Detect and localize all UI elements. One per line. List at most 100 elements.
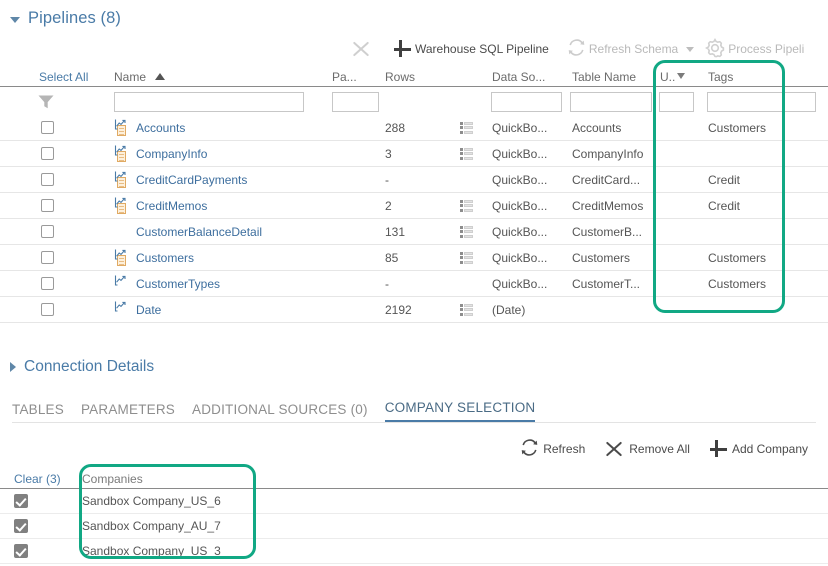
column-header-table-name[interactable]: Table Name	[566, 70, 656, 84]
table-row[interactable]: Date 2192 (Date)	[0, 297, 828, 323]
row-checkbox[interactable]	[41, 251, 54, 264]
pipeline-data-source: QuickBo...	[492, 198, 548, 213]
column-header-pa[interactable]: Pa...	[330, 70, 383, 84]
triangle-down-icon[interactable]	[10, 17, 20, 23]
rows-list-icon	[460, 303, 474, 316]
triangle-right-icon[interactable]	[10, 362, 16, 372]
pipeline-tags	[698, 297, 828, 322]
filter-input-name[interactable]	[114, 92, 304, 112]
sort-ascending-icon[interactable]	[155, 73, 166, 80]
row-checkbox[interactable]	[41, 173, 54, 186]
filter-input-data-source[interactable]	[491, 92, 562, 112]
pipeline-name[interactable]: Accounts	[136, 121, 185, 135]
pipeline-update-icon-cell	[458, 167, 488, 192]
tab-tables[interactable]: TABLES	[12, 402, 64, 422]
column-header-select-all[interactable]: Select All	[0, 70, 110, 84]
company-row[interactable]: Sandbox Company_AU_7	[0, 514, 828, 539]
x-icon	[350, 38, 372, 60]
pipeline-pa	[330, 115, 383, 140]
company-checkbox[interactable]	[14, 519, 28, 533]
row-checkbox[interactable]	[41, 277, 54, 290]
refresh-companies-button[interactable]: Refresh	[520, 438, 585, 460]
column-header-tags[interactable]: Tags	[698, 70, 828, 84]
pipeline-u	[656, 297, 698, 322]
row-checkbox[interactable]	[41, 121, 54, 134]
pipeline-doc-icon	[114, 171, 131, 188]
filter-input-pa[interactable]	[332, 92, 379, 112]
filter-caret-icon[interactable]	[677, 73, 686, 79]
gear-icon	[705, 37, 725, 61]
rows-list-icon	[460, 199, 474, 212]
pipeline-rows: 131	[385, 224, 406, 239]
column-header-name[interactable]: Name	[110, 70, 330, 84]
company-row[interactable]: Sandbox Company_US_3	[0, 539, 828, 564]
company-checkbox[interactable]	[14, 544, 28, 558]
pipeline-name[interactable]: CreditCardPayments	[136, 173, 247, 187]
table-row[interactable]: CompanyInfo 3 QuickBo... CompanyInfo	[0, 141, 828, 167]
row-checkbox[interactable]	[41, 199, 54, 212]
table-row[interactable]: CustomerBalanceDetail 131 QuickBo... Custom…	[0, 219, 828, 245]
pipelines-section-header[interactable]: Pipelines (8)	[10, 9, 121, 28]
tab-additional-sources-0[interactable]: ADDITIONAL SOURCES (0)	[192, 402, 368, 422]
table-row[interactable]: CustomerTypes - QuickBo... CustomerT... Cust…	[0, 271, 828, 297]
pipeline-tags: Credit	[708, 172, 741, 187]
pipeline-rows: 3	[385, 146, 392, 161]
grid-header-row: Select All Name Pa... Rows Data So... Ta…	[0, 64, 828, 87]
tab-company-selection[interactable]: COMPANY SELECTION	[384, 400, 536, 422]
chevron-down-icon[interactable]	[686, 46, 695, 52]
pipeline-u	[656, 141, 698, 166]
row-checkbox[interactable]	[41, 225, 54, 238]
pipeline-u	[656, 167, 698, 192]
pipeline-name[interactable]: CompanyInfo	[136, 147, 207, 161]
pipeline-u	[656, 193, 698, 218]
pipeline-table-name: CreditCard...	[572, 172, 641, 187]
tab-parameters[interactable]: PARAMETERS	[81, 402, 175, 422]
refresh-schema-button[interactable]: Refresh Schema	[567, 36, 699, 62]
row-checkbox[interactable]	[41, 147, 54, 160]
company-row[interactable]: Sandbox Company_US_6	[0, 489, 828, 514]
remove-pipeline-button[interactable]	[350, 36, 372, 62]
table-row[interactable]: Customers 85 QuickBo... Customers Customers	[0, 245, 828, 271]
table-row[interactable]: CreditMemos 2 QuickBo... CreditMemos Credit	[0, 193, 828, 219]
column-header-u[interactable]: U..	[656, 70, 698, 84]
pipeline-name[interactable]: CustomerBalanceDetail	[136, 225, 262, 239]
process-pipeline-button[interactable]: Process Pipeli	[705, 36, 804, 62]
column-header-data-source[interactable]: Data So...	[488, 70, 566, 84]
pipeline-name[interactable]: CreditMemos	[136, 199, 207, 213]
filter-input-u[interactable]	[659, 92, 694, 112]
pipeline-table-name: Accounts	[572, 120, 622, 135]
funnel-icon[interactable]	[38, 95, 54, 109]
pipeline-data-source: QuickBo...	[492, 224, 548, 239]
filter-input-table-name[interactable]	[570, 92, 652, 112]
pipeline-name[interactable]: CustomerTypes	[136, 277, 220, 291]
pipeline-doc-icon	[114, 145, 131, 162]
pipeline-u	[656, 271, 698, 296]
table-row[interactable]: CreditCardPayments - QuickBo... CreditCard.…	[0, 167, 828, 193]
pipeline-name[interactable]: Customers	[136, 251, 194, 265]
pipeline-doc-icon	[114, 197, 131, 214]
pipeline-update-icon-cell	[458, 271, 488, 296]
pipeline-table-name: CustomerT...	[572, 276, 641, 291]
add-company-button[interactable]: Add Company	[708, 439, 808, 459]
pipeline-data-source: QuickBo...	[492, 276, 548, 291]
pipeline-data-source: QuickBo...	[492, 172, 548, 187]
pipeline-update-icon-cell	[458, 219, 488, 244]
add-warehouse-sql-pipeline-button[interactable]: Warehouse SQL Pipeline	[392, 36, 549, 62]
table-row[interactable]: Accounts 288 QuickBo... Accounts Customers	[0, 115, 828, 141]
remove-all-button[interactable]: Remove All	[603, 438, 690, 460]
column-header-rows[interactable]: Rows	[383, 70, 458, 84]
company-checkbox[interactable]	[14, 494, 28, 508]
pipeline-update-icon-cell	[458, 141, 488, 166]
connection-details-section[interactable]: Connection Details	[10, 358, 154, 376]
pipeline-tags: Customers	[708, 250, 767, 265]
clear-selection-link[interactable]: Clear (3)	[0, 472, 72, 486]
pipeline-pa	[330, 271, 383, 296]
remove-all-label: Remove All	[629, 442, 690, 456]
pipeline-update-icon-cell	[458, 193, 488, 218]
company-name: Sandbox Company_US_3	[82, 544, 221, 558]
row-checkbox[interactable]	[41, 303, 54, 316]
pipeline-name[interactable]: Date	[136, 303, 161, 317]
filter-input-tags[interactable]	[707, 92, 816, 112]
pipeline-doc-icon	[114, 119, 131, 136]
pipeline-rows: 2192	[385, 302, 412, 317]
